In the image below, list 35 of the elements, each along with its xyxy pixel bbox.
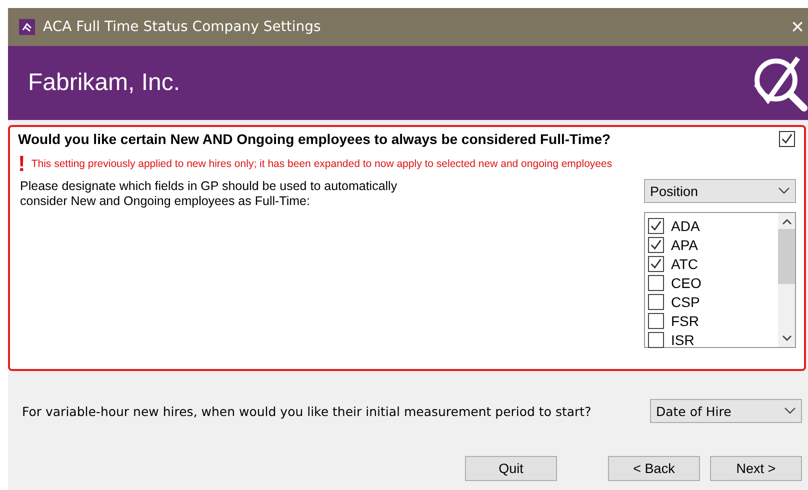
question-text: Would you like certain New AND Ongoing employees to always be considered Full-Time?: [18, 131, 611, 147]
button[interactable]: Next >: [710, 456, 802, 481]
checkbox[interactable]: [648, 218, 664, 234]
scrollbar[interactable]: [778, 213, 795, 347]
question-text: For variable-hour new hires, when would you like their initial measurement period to start?: [22, 404, 592, 418]
scroll-up-icon: [782, 218, 792, 225]
dropdown[interactable]: Position: [644, 179, 796, 203]
button[interactable]: Quit: [465, 456, 557, 481]
list-item[interactable]: ISR: [671, 332, 694, 348]
button[interactable]: < Back: [608, 456, 700, 481]
checkbox[interactable]: [779, 131, 795, 147]
caret-icon: [784, 407, 796, 415]
checkbox[interactable]: [648, 332, 664, 348]
prompt-text: Please designate which fields in GP should be used to automatically consider New and Ongoing employees as Full-Time:: [20, 179, 398, 209]
list-item[interactable]: ADA: [671, 218, 700, 234]
window-title: ACA Full Time Status Company Settings: [43, 19, 321, 35]
dropdown[interactable]: Date of Hire: [650, 399, 802, 423]
scroll-thumb[interactable]: [778, 229, 795, 284]
list-item[interactable]: APA: [671, 236, 698, 252]
app-icon: [19, 19, 35, 35]
company-name: Fabrikam, Inc.: [28, 69, 180, 97]
warning-icon: !: [18, 153, 26, 175]
list-item[interactable]: CEO: [671, 274, 702, 290]
list-item[interactable]: CSP: [671, 294, 700, 310]
checkbox[interactable]: [648, 312, 664, 328]
warning-text: This setting previously applied to new hires only; it has been expanded to now apply to selected new and ongoing employees: [31, 158, 612, 170]
list-item[interactable]: FSR: [671, 312, 699, 328]
scroll-down-icon: [782, 335, 792, 342]
checkbox[interactable]: [648, 294, 664, 310]
checkbox[interactable]: [648, 274, 664, 290]
list-item[interactable]: ATC: [671, 256, 698, 272]
checkbox[interactable]: [648, 256, 664, 272]
checkbox[interactable]: [648, 236, 664, 252]
caret-icon: [778, 187, 790, 195]
close-button[interactable]: ×: [791, 14, 804, 40]
